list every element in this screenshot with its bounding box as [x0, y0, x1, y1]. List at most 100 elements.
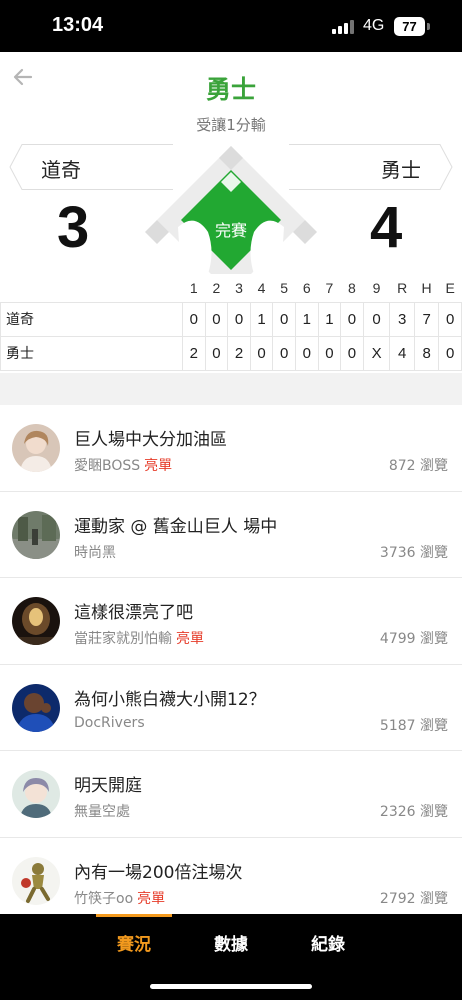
tab-stats[interactable]: 數據 [214, 930, 248, 955]
author-name: 當莊家就別怕輸 [74, 631, 172, 648]
row-team-name: 勇士 [0, 335, 183, 371]
avatar[interactable] [12, 597, 60, 646]
score-cell: 2 [227, 335, 251, 371]
inning-header: 2 [212, 280, 221, 297]
post-title[interactable]: 巨人場中大分加油區 [74, 425, 227, 450]
post-author: 時尚黑 [74, 542, 120, 562]
score-cell: 0 [204, 335, 229, 371]
avatar[interactable] [12, 683, 60, 732]
score-cell: 0 [272, 335, 296, 371]
post-author: 愛睏BOSS 亮單 [74, 455, 172, 475]
post-title[interactable]: 內有一場200倍注場次 [74, 858, 242, 883]
tab-records[interactable]: 紀錄 [311, 930, 345, 955]
cellular-signal-icon [332, 20, 356, 34]
battery-tip [427, 23, 430, 30]
score-cell: 1 [317, 301, 342, 337]
author-name: 無量空處 [74, 804, 130, 821]
score-cell: 0 [272, 301, 296, 337]
box-score-header: 1 2 3 4 5 6 7 8 9 R H E [1, 275, 462, 302]
author-name: 愛睏BOSS [74, 458, 141, 474]
avatar[interactable] [12, 510, 60, 559]
score-cell: 0 [340, 335, 364, 371]
tab-live[interactable]: 賽況 [117, 930, 151, 955]
score-cell: 0 [317, 335, 342, 371]
score-cell: 0 [182, 301, 206, 337]
list-item[interactable]: 為何小熊白襪大小開12？ DocRivers 5187 瀏覽 [0, 665, 462, 752]
page-subtitle: 受讓1分輸 [196, 116, 266, 134]
inning-header: 7 [325, 280, 334, 297]
post-badge: 亮單 [176, 631, 204, 648]
score-cell: 0 [438, 335, 462, 371]
score-cell: 2 [182, 335, 206, 371]
score-cell: 8 [413, 335, 440, 371]
active-tab-indicator [96, 914, 172, 917]
score-cell: 7 [413, 301, 440, 337]
author-name: 時尚黑 [74, 544, 116, 561]
score-cell: 0 [340, 301, 364, 337]
post-views: 2792 瀏覽 [379, 890, 448, 907]
post-views: 3736 瀏覽 [379, 544, 448, 561]
list-item[interactable]: 內有一場200倍注場次 竹筷子oo 亮單 2792 瀏覽 [0, 838, 462, 925]
list-item[interactable]: 這樣很漂亮了吧 當莊家就別怕輸 亮單 4799 瀏覽 [0, 578, 462, 665]
home-team-name: 勇士 [381, 158, 421, 182]
list-item[interactable]: 運動家 @ 舊金山巨人 場中 時尚黑 3736 瀏覽 [0, 492, 462, 579]
avatar[interactable] [12, 424, 60, 472]
status-bar: 13:04 4G 77 [0, 0, 462, 52]
post-author: DocRivers [74, 715, 149, 731]
away-team-name: 道奇 [41, 158, 81, 182]
score-cell: 3 [389, 301, 415, 337]
game-status: 完賽 [214, 221, 247, 240]
post-views: 872 瀏覽 [388, 458, 448, 474]
post-title[interactable]: 為何小熊白襪大小開12？ [74, 685, 266, 710]
score-cell: 0 [249, 335, 274, 371]
post-list: 巨人場中大分加油區 愛睏BOSS 亮單 872 瀏覽 運動家 @ 舊金山巨人 場中… [0, 405, 462, 925]
avatar[interactable] [12, 856, 60, 905]
section-divider [0, 373, 462, 405]
list-item[interactable]: 巨人場中大分加油區 愛睏BOSS 亮單 872 瀏覽 [0, 405, 462, 492]
inning-header: 9 [372, 280, 381, 297]
post-badge: 亮單 [137, 890, 166, 907]
runs-header: R [397, 280, 408, 297]
post-title[interactable]: 運動家 @ 舊金山巨人 場中 [74, 512, 277, 537]
home-indicator[interactable] [150, 984, 312, 989]
score-cell: 0 [227, 301, 251, 337]
post-title[interactable]: 明天開庭 [74, 771, 142, 796]
table-row: 道奇 0 0 0 1 0 1 1 0 0 3 7 0 [0, 301, 462, 337]
post-author: 無量空處 [74, 801, 134, 821]
inning-header: 8 [348, 280, 356, 297]
inning-header: 5 [280, 280, 289, 297]
baseball-diamond [140, 142, 322, 274]
errors-header: E [445, 280, 455, 297]
author-name: 竹筷子oo [74, 890, 134, 907]
inning-header: 6 [302, 280, 311, 297]
status-time: 13:04 [52, 14, 104, 36]
score-cell: 0 [204, 301, 229, 337]
battery-icon: 77 [394, 17, 425, 36]
inning-header: 1 [189, 280, 198, 297]
post-author: 當莊家就別怕輸 亮單 [74, 628, 204, 648]
score-cell: X [362, 335, 391, 371]
score-cell: 4 [389, 335, 415, 371]
box-score-table: 1 2 3 4 5 6 7 8 9 R H E 道奇 0 0 0 1 0 1 1… [0, 275, 462, 371]
score-cell: 0 [294, 335, 319, 371]
post-views: 2326 瀏覽 [379, 804, 448, 821]
score-cell: 1 [249, 301, 274, 337]
score-cell: 0 [438, 301, 462, 337]
score-cell: 1 [294, 301, 319, 337]
post-views: 5187 瀏覽 [379, 717, 448, 734]
score-cell: 0 [362, 301, 391, 337]
hits-header: H [421, 280, 432, 297]
network-type: 4G [363, 17, 385, 34]
author-name: DocRivers [74, 714, 145, 731]
post-badge: 亮單 [144, 458, 173, 474]
post-author: 竹筷子oo 亮單 [74, 888, 165, 908]
post-title[interactable]: 這樣很漂亮了吧 [74, 598, 193, 623]
page-title: 勇士 [205, 75, 256, 104]
post-views: 4799 瀏覽 [379, 631, 448, 648]
inning-header: 4 [257, 280, 266, 297]
table-row: 勇士 2 0 2 0 0 0 0 0 X 4 8 0 [0, 335, 462, 371]
row-team-name: 道奇 [0, 301, 183, 337]
list-item[interactable]: 明天開庭 無量空處 2326 瀏覽 [0, 751, 462, 838]
inning-header: 3 [235, 280, 243, 297]
avatar[interactable] [12, 770, 60, 819]
